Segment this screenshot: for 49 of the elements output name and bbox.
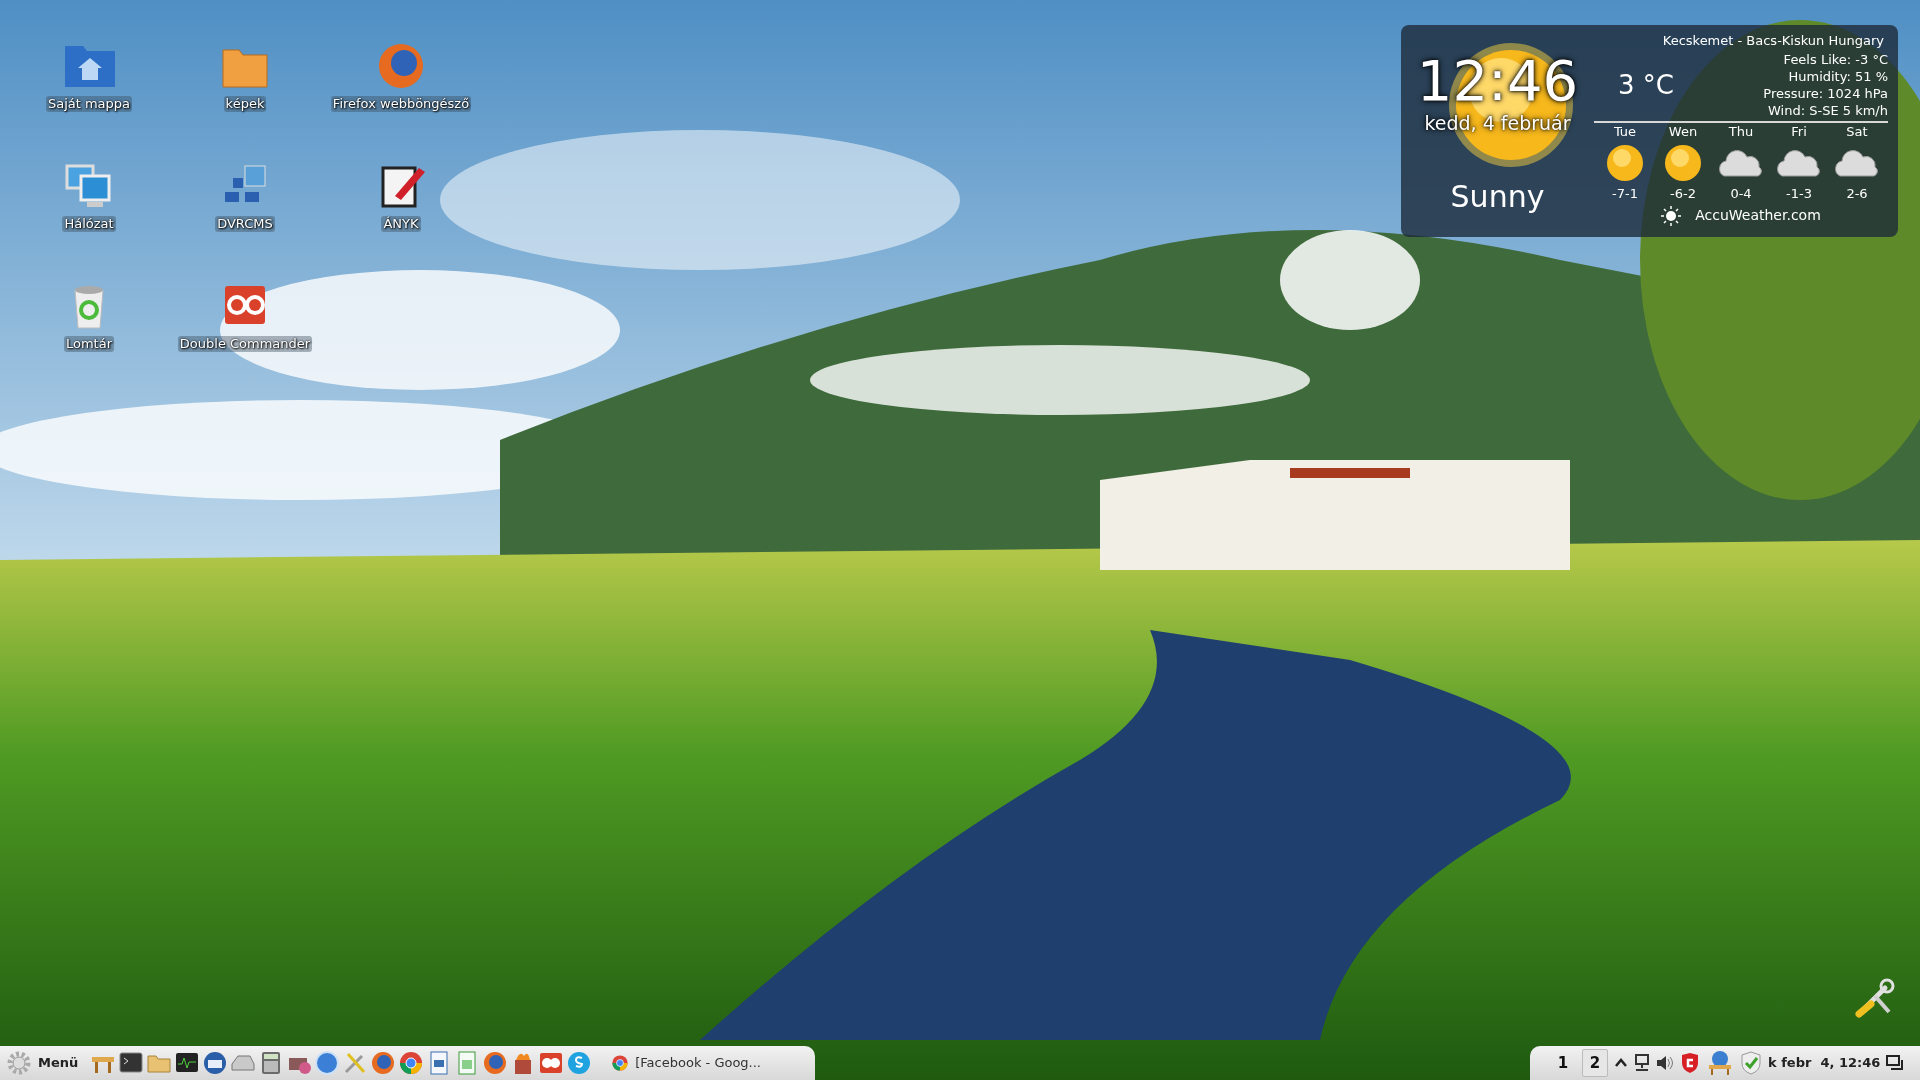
forecast-day: Thu bbox=[1728, 123, 1754, 141]
forecast-range: 2-6 bbox=[1846, 185, 1868, 203]
cloud-icon bbox=[1776, 148, 1822, 178]
desktop-icon-label[interactable]: ÁNYK bbox=[381, 216, 421, 232]
weather-source-link[interactable]: AccuWeather.com bbox=[1695, 205, 1821, 226]
show-desktop-icon[interactable] bbox=[1886, 1055, 1905, 1071]
cloud-icon bbox=[1718, 148, 1764, 178]
weather-detail: Humidity: 51 % bbox=[1788, 68, 1888, 85]
shield-icon[interactable] bbox=[1680, 1052, 1700, 1074]
weather-condition: Sunny bbox=[1450, 179, 1545, 215]
workspace-button[interactable]: 1 bbox=[1550, 1049, 1576, 1077]
gear-icon bbox=[6, 1050, 32, 1076]
forecast-range: -6-2 bbox=[1670, 185, 1696, 203]
taskbar-clock[interactable]: k febr 4, 12:46 bbox=[1768, 1053, 1881, 1073]
weather-detail: Feels Like: -3 °C bbox=[1783, 51, 1888, 68]
desktop-icon-label[interactable]: képek bbox=[223, 96, 267, 112]
chrome-browser-icon[interactable] bbox=[397, 1049, 425, 1077]
weather-detail: Pressure: 1024 hPa bbox=[1763, 85, 1888, 102]
forecast-day: Wen bbox=[1668, 123, 1698, 141]
sun-icon bbox=[1661, 205, 1682, 226]
desktop-icon-label[interactable]: Lomtár bbox=[63, 336, 114, 352]
desktop-icon-label[interactable]: Double Commander bbox=[177, 336, 313, 352]
cloud-icon bbox=[1834, 148, 1880, 178]
browser-globe-icon[interactable] bbox=[481, 1049, 509, 1077]
menu-button[interactable]: Menü bbox=[6, 1050, 89, 1076]
desktop-icon-label[interactable]: DVRCMS bbox=[215, 216, 275, 232]
chat-app-icon[interactable] bbox=[565, 1049, 593, 1077]
sun-icon bbox=[1605, 143, 1645, 183]
forecast-day: Sat bbox=[1846, 123, 1868, 141]
globe-table-icon[interactable] bbox=[1706, 1050, 1734, 1076]
desktop-icon-label[interactable]: Hálózat bbox=[62, 216, 116, 232]
forecast-day: Fri bbox=[1791, 123, 1807, 141]
chrome-browser-icon bbox=[611, 1054, 630, 1072]
temperature: 3 °C bbox=[1618, 68, 1674, 102]
workspace-button[interactable]: 2 bbox=[1582, 1049, 1608, 1077]
desktop-icon-label[interactable]: Saját mappa bbox=[45, 96, 133, 112]
forecast-range: -7-1 bbox=[1612, 185, 1638, 203]
forecast-range: -1-3 bbox=[1786, 185, 1812, 203]
volume-icon[interactable] bbox=[1656, 1055, 1674, 1071]
weather-detail: Wind: S-SE 5 km/h bbox=[1768, 102, 1888, 119]
network-computer-icon[interactable] bbox=[1634, 1054, 1650, 1072]
tools-icon bbox=[1855, 978, 1895, 1018]
sun-icon bbox=[1663, 143, 1703, 183]
forecast-day: Tue bbox=[1613, 123, 1637, 141]
browser-globe-icon[interactable] bbox=[369, 1049, 397, 1077]
forecast-range: 0-4 bbox=[1730, 185, 1752, 203]
weather-location: Kecskemet - Bacs-Kiskun Hungary bbox=[1662, 33, 1884, 49]
taskbar-window-button[interactable]: [Facebook - Goog... bbox=[605, 1048, 767, 1078]
shield-check-icon[interactable] bbox=[1740, 1051, 1762, 1075]
